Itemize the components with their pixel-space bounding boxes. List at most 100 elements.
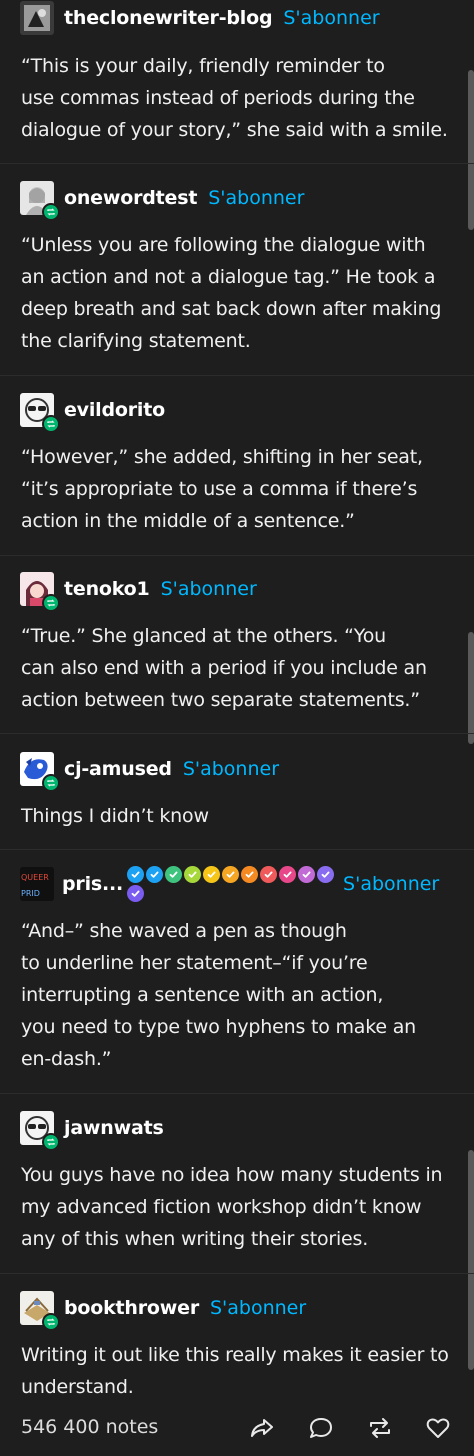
- text-line: “Unless you are following the dialogue w…: [21, 234, 426, 256]
- post-body: “This is your daily, friendly reminder t…: [21, 50, 461, 146]
- text-line: dialogue of your story,” she said with a…: [21, 119, 448, 141]
- verified-badge-icon: [222, 866, 240, 883]
- follow-button[interactable]: S'abonner: [343, 873, 439, 895]
- tumblr-post-view: theclonewriter-blog S'abonner “This is y…: [0, 0, 474, 1456]
- post-header: evildorito: [20, 393, 165, 433]
- verified-badge-icon: [241, 866, 259, 883]
- avatar[interactable]: [20, 1291, 60, 1331]
- text-line: you need to type two hyphens to make an: [21, 1016, 416, 1038]
- notes-count[interactable]: 546 400 notes: [21, 1416, 158, 1438]
- heart-icon[interactable]: [424, 1414, 452, 1442]
- text-line: en-dash.”: [21, 1048, 112, 1070]
- scrollbar-middle[interactable]: [468, 632, 474, 744]
- divider: [0, 555, 474, 556]
- text-line: the clarifying statement.: [21, 330, 251, 352]
- text-line: any of this when writing their stories.: [21, 1228, 369, 1250]
- text-line: interrupting a sentence with an action,: [21, 984, 384, 1006]
- verified-badge-icon: [203, 866, 221, 883]
- username[interactable]: pris...: [62, 873, 123, 895]
- avatar[interactable]: [20, 1, 54, 35]
- verified-badge-icon: [146, 866, 164, 883]
- text-line: “This is your daily, friendly reminder t…: [21, 55, 385, 77]
- text-line: Writing it out like this really makes it…: [21, 1344, 449, 1366]
- text-line: can also end with a period if you includ…: [21, 657, 427, 679]
- divider: [0, 733, 474, 734]
- divider: [0, 163, 474, 164]
- text-line: “However,” she added, shifting in her se…: [21, 446, 423, 468]
- text-line: to underline her statement–“if you’re: [21, 952, 368, 974]
- avatar-text: QUEER: [21, 873, 49, 882]
- avatar[interactable]: [20, 181, 60, 221]
- post-footer: 546 400 notes: [0, 1408, 474, 1456]
- post-body: You guys have no idea how many students …: [21, 1159, 461, 1255]
- svg-text:PRID: PRID: [21, 889, 40, 898]
- text-line: use commas instead of periods during the: [21, 87, 415, 109]
- text-line: action between two separate statements.”: [21, 689, 420, 711]
- divider: [0, 375, 474, 376]
- post-body: “Unless you are following the dialogue w…: [21, 229, 461, 357]
- post-body: Things I didn’t know: [21, 800, 461, 832]
- follow-button[interactable]: S'abonner: [161, 578, 257, 600]
- avatar[interactable]: [20, 752, 60, 792]
- username[interactable]: onewordtest: [64, 187, 197, 209]
- reblog-icon: [42, 1313, 60, 1331]
- verified-badge-icon: [184, 866, 202, 883]
- text-line: an action and not a dialogue tag.” He to…: [21, 266, 436, 288]
- text-line: You guys have no idea how many students …: [21, 1164, 443, 1186]
- text-line: “True.” She glanced at the others. “You: [21, 625, 386, 647]
- username[interactable]: bookthrower: [64, 1297, 199, 1319]
- text-line: “And–” she waved a pen as though: [21, 920, 347, 942]
- post-header: jawnwats: [20, 1111, 164, 1151]
- verified-badge-icon: [317, 866, 335, 883]
- scrollbar-top[interactable]: [468, 70, 474, 230]
- text-line: action in the middle of a sentence.”: [21, 510, 355, 532]
- text-line: “it’s appropriate to use a comma if ther…: [21, 478, 418, 500]
- reblog-icon: [42, 594, 60, 612]
- reblog-icon: [42, 203, 60, 221]
- follow-button[interactable]: S'abonner: [208, 187, 304, 209]
- divider: [0, 849, 474, 850]
- post-body: Writing it out like this really makes it…: [21, 1339, 461, 1403]
- reblog-icon: [42, 774, 60, 792]
- username[interactable]: jawnwats: [64, 1117, 164, 1139]
- follow-button[interactable]: S'abonner: [210, 1297, 306, 1319]
- text-line: my advanced fiction workshop didn’t know: [21, 1196, 422, 1218]
- divider: [0, 1273, 474, 1274]
- verified-badge-icon: [127, 866, 145, 883]
- reblog-icon[interactable]: [366, 1414, 394, 1442]
- verified-badge-icon: [165, 866, 183, 883]
- scrollbar-bottom[interactable]: [468, 1150, 474, 1370]
- post-body: “However,” she added, shifting in her se…: [21, 441, 461, 537]
- username[interactable]: evildorito: [64, 399, 165, 421]
- text-line: Things I didn’t know: [21, 805, 209, 827]
- avatar[interactable]: [20, 572, 60, 612]
- avatar[interactable]: QUEER PRID: [20, 867, 54, 901]
- reply-icon[interactable]: [307, 1414, 335, 1442]
- share-icon[interactable]: [248, 1414, 276, 1442]
- reblog-icon: [42, 415, 60, 433]
- follow-button[interactable]: S'abonner: [283, 7, 379, 29]
- verified-badge-icon: [260, 866, 278, 883]
- post-header: QUEER PRID pris... S'abonner: [20, 866, 439, 902]
- post-header: onewordtest S'abonner: [20, 181, 304, 221]
- verified-badge-icon: [298, 866, 316, 883]
- divider: [0, 1093, 474, 1094]
- follow-button[interactable]: S'abonner: [183, 758, 279, 780]
- avatar[interactable]: [20, 1111, 60, 1151]
- verified-badge-icon: [127, 885, 145, 902]
- verified-badge-icon: [279, 866, 297, 883]
- text-line: understand.: [21, 1376, 134, 1398]
- text-line: deep breath and sat back down after maki…: [21, 298, 442, 320]
- username[interactable]: theclonewriter-blog: [64, 7, 273, 29]
- post-body: “True.” She glanced at the others. “You …: [21, 620, 461, 716]
- post-header: bookthrower S'abonner: [20, 1291, 306, 1331]
- username[interactable]: tenoko1: [64, 578, 150, 600]
- reblog-icon: [42, 1133, 60, 1151]
- post-header: cj-amused S'abonner: [20, 752, 279, 792]
- username[interactable]: cj-amused: [64, 758, 172, 780]
- avatar[interactable]: [20, 393, 60, 433]
- post-header: tenoko1 S'abonner: [20, 572, 257, 612]
- post-header: theclonewriter-blog S'abonner: [20, 1, 380, 35]
- badge-row: [127, 866, 343, 902]
- post-body: “And–” she waved a pen as though to unde…: [21, 915, 461, 1075]
